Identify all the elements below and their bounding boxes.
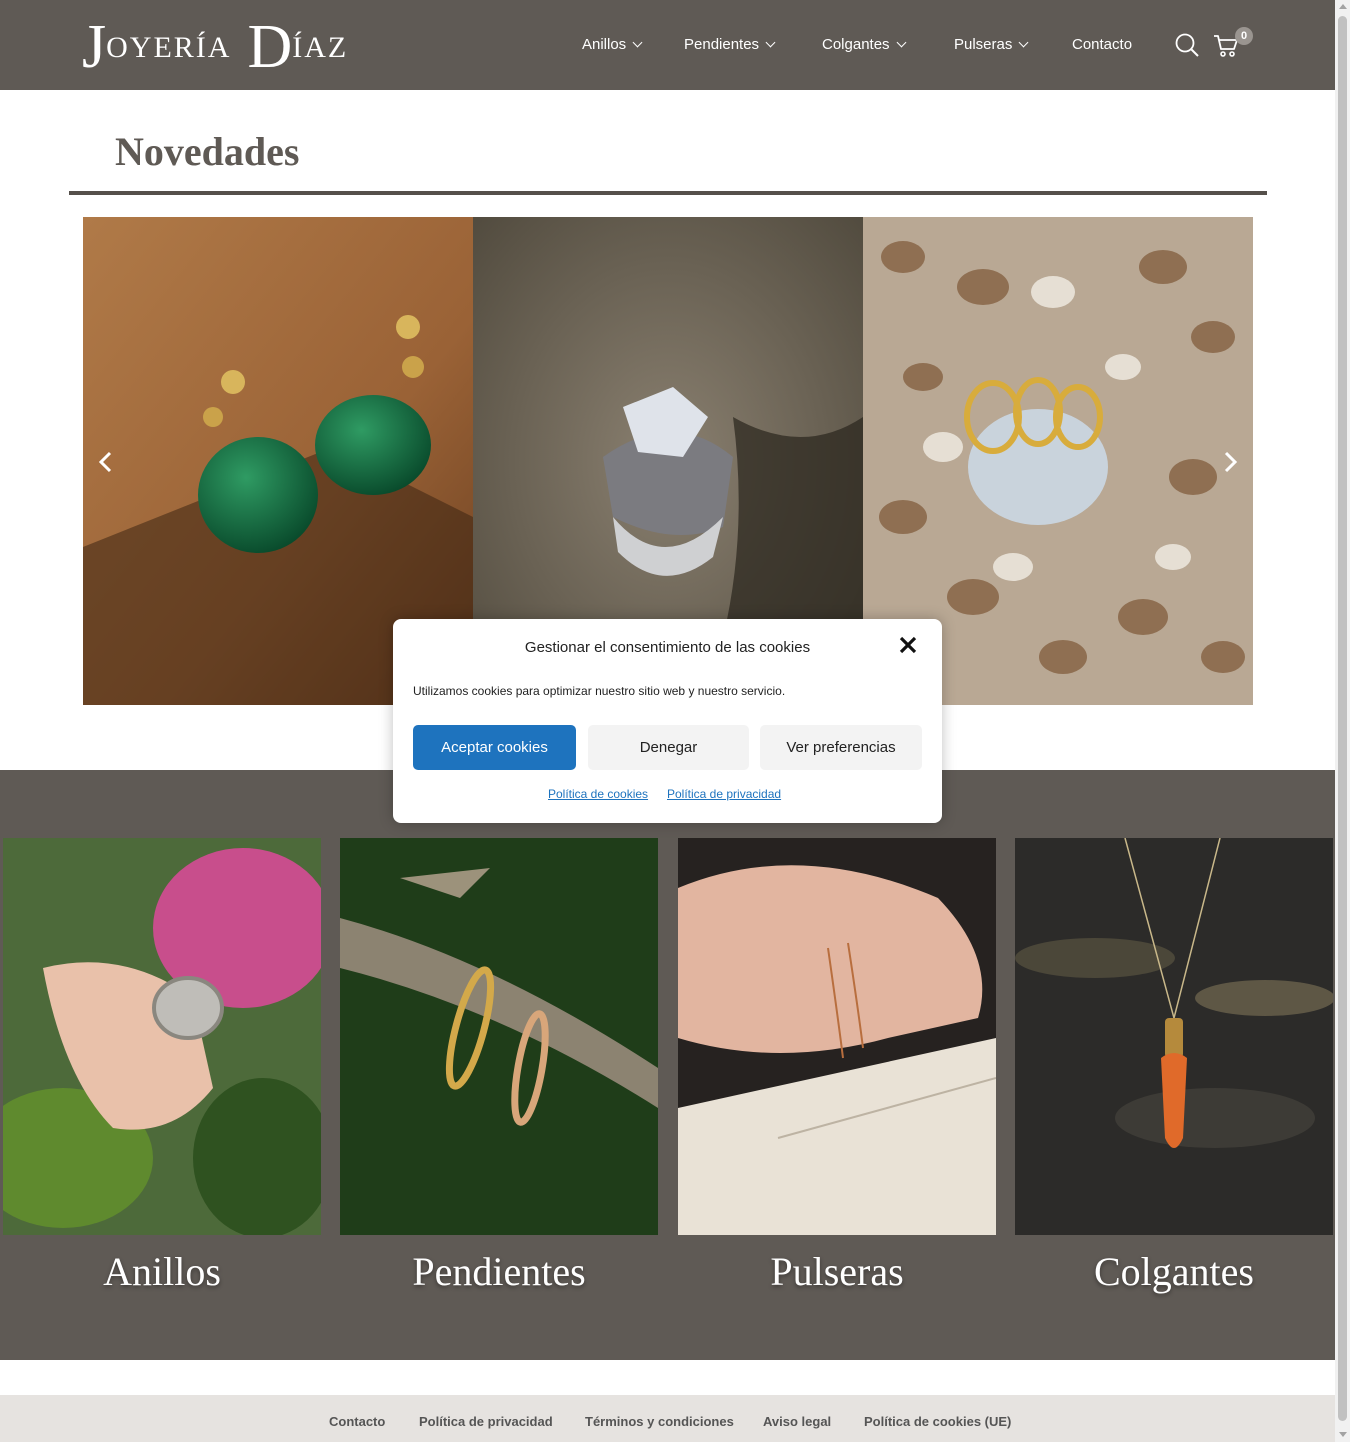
nav-label: Colgantes <box>822 36 890 53</box>
nav-item-anillos[interactable]: Anillos <box>582 36 643 53</box>
logo-initial-d: D <box>247 13 293 81</box>
footer-link-privacidad[interactable]: Política de privacidad <box>419 1414 553 1429</box>
chevron-down-icon <box>632 37 643 48</box>
category-label[interactable]: Colgantes <box>1015 1248 1333 1295</box>
logo-initial-j: J <box>82 13 107 81</box>
cookie-modal-title: Gestionar el consentimiento de las cooki… <box>524 639 811 656</box>
category-card-pendientes[interactable] <box>340 838 658 1235</box>
category-card-pulseras[interactable] <box>678 838 996 1235</box>
category-label[interactable]: Pulseras <box>678 1248 996 1295</box>
scroll-down-arrow-icon[interactable] <box>1339 1432 1347 1437</box>
privacy-policy-link[interactable]: Política de privacidad <box>667 787 781 801</box>
cookie-modal-text: Utilizamos cookies para optimizar nuestr… <box>413 684 786 698</box>
cookie-consent-modal: Gestionar el consentimiento de las cooki… <box>393 619 942 823</box>
nav-label: Pulseras <box>954 36 1013 53</box>
scrollbar-thumb[interactable] <box>1338 16 1347 1421</box>
chevron-down-icon <box>896 37 906 48</box>
category-label[interactable]: Anillos <box>3 1248 321 1295</box>
category-card-colgantes[interactable] <box>1015 838 1333 1235</box>
title-divider <box>69 191 1267 195</box>
deny-cookies-button[interactable]: Denegar <box>588 725 749 770</box>
chevron-left-icon <box>98 451 112 473</box>
nav-label: Contacto <box>1072 36 1133 53</box>
footer-link-terminos[interactable]: Términos y condiciones <box>585 1414 734 1429</box>
close-icon[interactable] <box>898 635 918 655</box>
logo-word-diaz: ÍAZ <box>292 31 349 64</box>
footer-link-aviso-legal[interactable]: Aviso legal <box>763 1414 831 1429</box>
category-label[interactable]: Pendientes <box>340 1248 658 1295</box>
page-title: Novedades <box>115 129 300 174</box>
slider-next-button[interactable] <box>1218 450 1242 474</box>
nav-item-pendientes[interactable]: Pendientes <box>684 36 776 53</box>
accept-cookies-button[interactable]: Aceptar cookies <box>413 725 576 770</box>
site-logo[interactable]: J OYERÍA D ÍAZ <box>82 10 348 78</box>
scroll-up-arrow-icon[interactable] <box>1339 4 1347 9</box>
logo-word-joyeria: OYERÍA <box>106 31 232 64</box>
footer-link-politica-cookies[interactable]: Política de cookies (UE) <box>864 1414 1011 1429</box>
cookie-policy-link[interactable]: Política de cookies <box>548 787 648 801</box>
chevron-right-icon <box>1224 451 1238 473</box>
search-icon[interactable] <box>1174 32 1200 58</box>
nav-label: Pendientes <box>684 36 760 53</box>
cart-count-badge: 0 <box>1235 27 1253 45</box>
chevron-down-icon <box>1018 37 1029 48</box>
chevron-down-icon <box>765 37 776 48</box>
nav-item-colgantes[interactable]: Colgantes <box>822 36 906 53</box>
nav-label: Anillos <box>582 36 627 53</box>
nav-item-contacto[interactable]: Contacto <box>1072 36 1132 53</box>
site-header: J OYERÍA D ÍAZ Anillos Pendientes Colgan… <box>0 0 1335 90</box>
view-preferences-button[interactable]: Ver preferencias <box>760 725 922 770</box>
category-card-anillos[interactable] <box>3 838 321 1235</box>
nav-item-pulseras[interactable]: Pulseras <box>954 36 1029 53</box>
slider-prev-button[interactable] <box>94 450 118 474</box>
footer-link-contacto[interactable]: Contacto <box>329 1414 385 1429</box>
